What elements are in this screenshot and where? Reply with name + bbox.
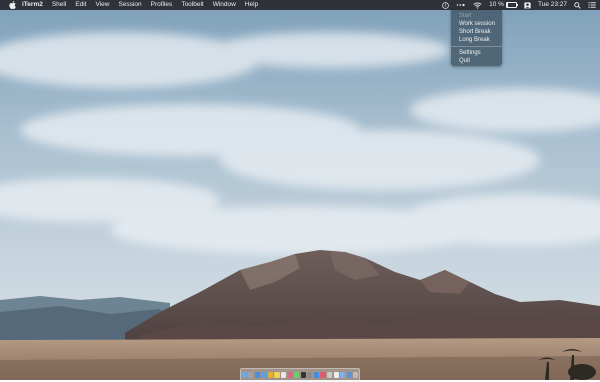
textedit-icon[interactable] — [333, 372, 339, 378]
menu-bar: iTerm2 Shell Edit View Session Profiles … — [0, 0, 600, 10]
apple-menu-icon[interactable] — [8, 0, 16, 10]
menu-view[interactable]: View — [96, 0, 110, 10]
folder-icon[interactable] — [340, 372, 346, 378]
battery-status[interactable]: 10 % — [489, 0, 518, 10]
menu-session[interactable]: Session — [119, 0, 142, 10]
shazam-icon[interactable]: f — [442, 0, 449, 10]
menu-shell[interactable]: Shell — [52, 0, 66, 10]
music-icon[interactable] — [320, 372, 326, 378]
menu-profiles[interactable]: Profiles — [151, 0, 173, 10]
notification-center-icon[interactable] — [588, 0, 596, 10]
notes-icon[interactable] — [274, 372, 280, 378]
menu-item-start: Start — [459, 13, 472, 19]
spotlight-search-icon[interactable] — [574, 0, 581, 10]
menu-edit[interactable]: Edit — [75, 0, 86, 10]
svg-text:f: f — [445, 3, 447, 8]
menu-separator — [451, 46, 502, 47]
tomato-timer-icon[interactable] — [456, 0, 466, 10]
trash-icon[interactable] — [353, 372, 359, 378]
system-preferences-icon[interactable] — [307, 372, 313, 378]
launchpad-icon[interactable] — [248, 372, 254, 378]
photos-icon[interactable] — [287, 372, 293, 378]
menu-item-short-break[interactable]: Short Break — [451, 28, 502, 36]
battery-fill — [507, 3, 509, 7]
finder-icon[interactable] — [241, 372, 247, 378]
battery-icon — [505, 1, 518, 9]
user-account-icon[interactable] — [524, 0, 531, 10]
messages-icon[interactable] — [294, 372, 300, 378]
clock[interactable]: Tue 23:27 — [538, 0, 567, 10]
mail-icon[interactable] — [261, 372, 267, 378]
calendar-icon[interactable] — [281, 372, 287, 378]
menu-window[interactable]: Window — [213, 0, 236, 10]
menu-item-quit[interactable]: Quit — [451, 57, 502, 65]
app-store-icon[interactable] — [313, 372, 319, 378]
menu-item-settings[interactable]: Settings — [451, 49, 502, 57]
menu-help[interactable]: Help — [245, 0, 258, 10]
menu-item-work-session[interactable]: Work session — [451, 20, 502, 28]
menu-app-name[interactable]: iTerm2 — [22, 0, 43, 10]
menu-toolbelt[interactable]: Toolbelt — [181, 0, 203, 10]
menu-item-long-break[interactable]: Long Break — [451, 36, 502, 44]
preview-icon[interactable] — [326, 372, 333, 378]
chrome-icon[interactable] — [267, 372, 274, 378]
downloads-icon[interactable] — [346, 372, 352, 378]
safari-icon[interactable] — [254, 372, 260, 378]
battery-percent: 10 % — [489, 1, 504, 8]
terminal-icon[interactable] — [300, 372, 306, 378]
timer-dropdown-menu: Start Work session Short Break Long Brea… — [451, 10, 502, 66]
wifi-icon[interactable] — [473, 0, 482, 10]
desktop-wallpaper — [0, 0, 600, 380]
